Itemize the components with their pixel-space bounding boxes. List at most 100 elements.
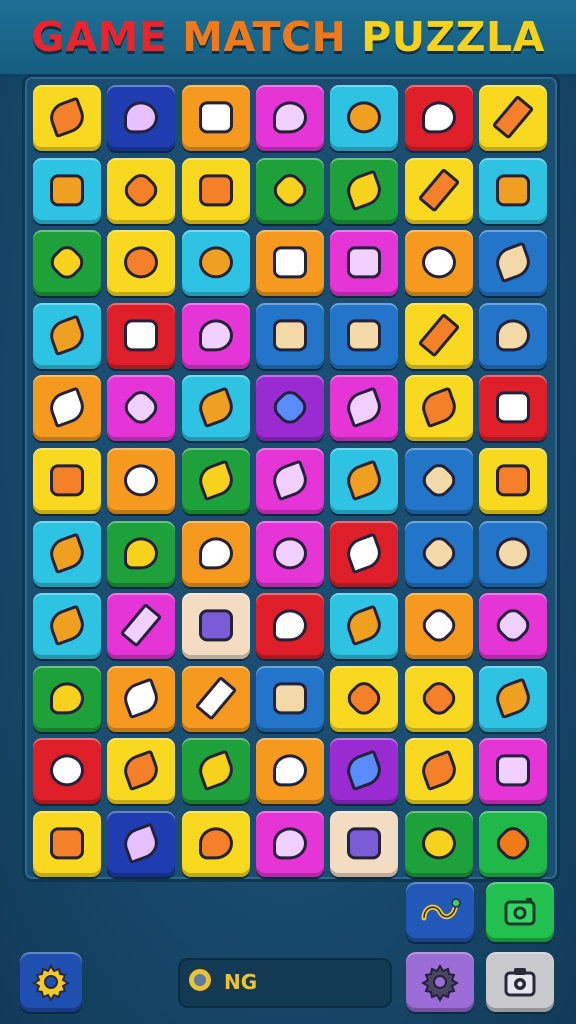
game-tile[interactable] (181, 593, 250, 660)
bag-icon (50, 464, 84, 497)
game-tile[interactable] (330, 302, 399, 369)
crosshair-icon (268, 386, 312, 430)
game-tile[interactable] (478, 157, 547, 224)
game-tile[interactable] (255, 448, 324, 514)
flower-icon (198, 319, 233, 352)
game-tile[interactable] (330, 230, 399, 297)
heart-icon (272, 609, 307, 642)
game-tile[interactable] (330, 811, 399, 877)
game-tile[interactable] (33, 448, 101, 514)
game-tile[interactable] (33, 593, 101, 660)
game-tile[interactable] (404, 448, 473, 514)
game-tile[interactable] (181, 230, 250, 297)
game-tile[interactable] (33, 738, 101, 805)
game-tile[interactable] (404, 520, 473, 587)
flower-bouquet-icon (417, 312, 460, 358)
game-tile[interactable] (478, 85, 547, 151)
game-tile[interactable] (330, 375, 399, 442)
game-tile[interactable] (181, 375, 250, 442)
game-tile[interactable] (330, 593, 399, 660)
suitcase-icon (50, 754, 84, 787)
globe-icon (124, 319, 159, 352)
title-word-puzzla: PUZZLA (361, 13, 545, 61)
game-tile[interactable] (478, 230, 547, 297)
game-tile[interactable] (181, 665, 250, 732)
game-tile[interactable] (255, 738, 324, 805)
camera-button[interactable] (486, 952, 554, 1012)
game-tile[interactable] (107, 520, 176, 587)
game-tile[interactable] (404, 665, 473, 732)
game-title: GAME MATCH PUZZLA (0, 12, 576, 62)
game-tile[interactable] (255, 157, 324, 224)
game-tile[interactable] (404, 811, 473, 877)
game-tile[interactable] (33, 157, 101, 224)
game-tile[interactable] (255, 302, 324, 369)
game-tile[interactable] (107, 85, 176, 151)
game-tile[interactable] (107, 665, 176, 732)
game-tile[interactable] (330, 738, 399, 805)
game-tile[interactable] (33, 302, 101, 369)
card-icon (272, 536, 307, 569)
game-tile[interactable] (33, 665, 101, 732)
game-tile[interactable] (255, 85, 324, 151)
game-tile[interactable] (255, 375, 324, 442)
game-tile[interactable] (33, 375, 101, 442)
game-tile[interactable] (107, 302, 176, 369)
game-tile[interactable] (181, 302, 250, 369)
game-tile[interactable] (330, 448, 399, 514)
brush-icon (491, 241, 535, 284)
game-tile[interactable] (330, 665, 399, 732)
game-tile[interactable] (33, 230, 101, 297)
game-tile[interactable] (181, 520, 250, 587)
counter-icon (124, 536, 159, 569)
game-tile[interactable] (33, 85, 101, 151)
settings-button[interactable] (20, 952, 82, 1012)
game-tile[interactable] (107, 593, 176, 660)
folder-icon (50, 682, 84, 715)
bear-icon (194, 749, 238, 792)
game-tile[interactable] (404, 738, 473, 805)
game-tile[interactable] (404, 302, 473, 369)
game-tile[interactable] (255, 593, 324, 660)
game-tile[interactable] (478, 448, 547, 514)
game-tile[interactable] (181, 811, 250, 877)
game-tile[interactable] (478, 593, 547, 660)
game-tile[interactable] (404, 375, 473, 442)
game-tile[interactable] (181, 157, 250, 224)
game-tile[interactable] (478, 738, 547, 805)
game-tile[interactable] (255, 520, 324, 587)
game-tile[interactable] (478, 302, 547, 369)
game-tile[interactable] (107, 375, 176, 442)
game-tile[interactable] (478, 811, 547, 877)
game-tile[interactable] (33, 811, 101, 877)
pencil-icon (342, 169, 386, 211)
photo-button[interactable] (486, 882, 554, 942)
game-tile[interactable] (478, 375, 547, 442)
game-tile[interactable] (107, 811, 176, 877)
game-tile[interactable] (33, 520, 101, 587)
game-tile[interactable] (404, 85, 473, 151)
game-tile[interactable] (107, 230, 176, 297)
game-tile[interactable] (255, 230, 324, 297)
game-tile[interactable] (404, 593, 473, 660)
game-tile[interactable] (404, 157, 473, 224)
game-tile[interactable] (107, 157, 176, 224)
swap-button[interactable] (406, 882, 474, 942)
game-tile[interactable] (181, 448, 250, 514)
game-tile[interactable] (404, 230, 473, 297)
stapler-icon (417, 167, 460, 213)
game-tile[interactable] (330, 85, 399, 151)
game-tile[interactable] (255, 811, 324, 877)
tablet-icon (119, 822, 163, 865)
game-tile[interactable] (330, 520, 399, 587)
battery-icon (120, 168, 163, 212)
game-tile[interactable] (255, 665, 324, 732)
game-tile[interactable] (107, 448, 176, 514)
options-button[interactable] (406, 952, 474, 1012)
game-tile[interactable] (478, 665, 547, 732)
game-tile[interactable] (478, 520, 547, 587)
game-tile[interactable] (107, 738, 176, 805)
game-tile[interactable] (330, 157, 399, 224)
game-tile[interactable] (181, 85, 250, 151)
game-tile[interactable] (181, 738, 250, 805)
